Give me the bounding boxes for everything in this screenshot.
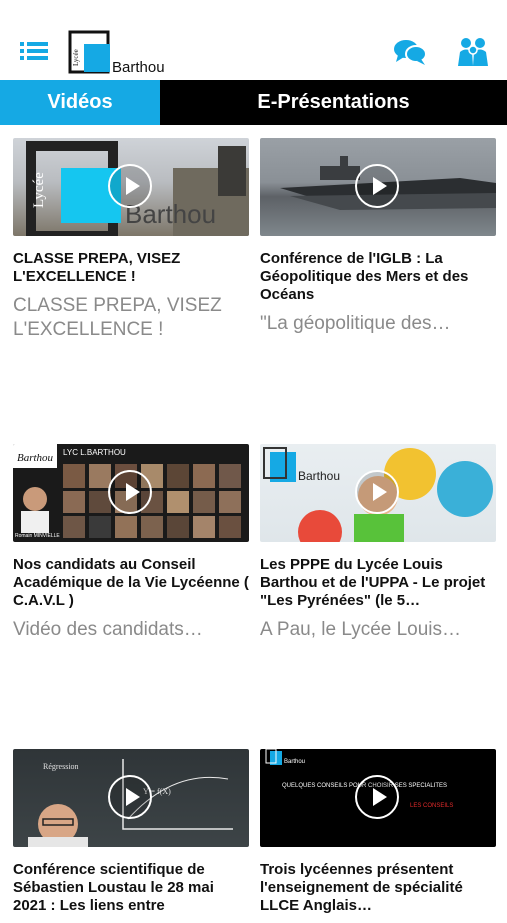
video-description: CLASSE PREPA, VISEZ L'EXCELLENCE !: [13, 295, 222, 340]
thumb-barthou-text: Barthou: [298, 469, 340, 483]
video-thumbnail[interactable]: Barthou QUELQUES CONSEILS POUR CHOISIR S…: [260, 749, 496, 847]
video-thumbnail[interactable]: Lycée Barthou: [13, 138, 249, 236]
tab-videos[interactable]: Vidéos: [0, 80, 160, 125]
play-icon[interactable]: [108, 470, 152, 514]
people-group-icon[interactable]: [456, 36, 490, 68]
video-thumbnail[interactable]: Barthou LYC L.BARTHOU Romain MINVIELLE: [13, 444, 249, 542]
thumb-barthou-text: Barthou: [284, 759, 305, 765]
video-thumbnail[interactable]: Régression Y = f(X): [13, 749, 249, 847]
play-icon[interactable]: [108, 164, 152, 208]
svg-text:Régression: Régression: [43, 762, 79, 771]
video-description: "La géopolitique des…: [260, 313, 451, 334]
thumb-lycee-text: Lycée: [31, 172, 47, 208]
logo-vertical-text: Lycée: [72, 49, 80, 66]
video-card[interactable]: Conférence de l'IGLB : La Géopolitique d…: [260, 138, 496, 336]
video-title[interactable]: Conférence de l'IGLB : La Géopolitique d…: [260, 250, 496, 304]
thumb-lyc-text: LYC L.BARTHOU: [63, 448, 126, 457]
video-thumbnail[interactable]: [260, 138, 496, 236]
thumb-conseils-red: LES CONSEILS: [410, 803, 453, 809]
svg-text:Barthou: Barthou: [17, 452, 54, 464]
video-card[interactable]: Régression Y = f(X) Conférence scientifi…: [13, 749, 249, 923]
play-icon[interactable]: [355, 164, 399, 208]
video-title[interactable]: Nos candidats au Conseil Académique de l…: [13, 556, 249, 610]
video-title[interactable]: Conférence scientifique de Sébastien Lou…: [13, 861, 249, 915]
play-icon[interactable]: [355, 775, 399, 819]
video-card[interactable]: Barthou Les PPPE du Lycée Louis Barthou …: [260, 444, 496, 642]
tab-e-presentations[interactable]: E-Présentations: [160, 80, 507, 125]
play-icon[interactable]: [355, 470, 399, 514]
app-header: Lycée Barthou: [0, 0, 507, 80]
play-icon[interactable]: [108, 775, 152, 819]
video-thumbnail[interactable]: Barthou: [260, 444, 496, 542]
video-description: Vidéo des candidats…: [13, 619, 203, 640]
hamburger-menu-icon[interactable]: [20, 40, 48, 62]
thumb-romain-text: Romain MINVIELLE: [15, 533, 60, 539]
video-title[interactable]: CLASSE PREPA, VISEZ L'EXCELLENCE !: [13, 250, 249, 286]
logo-text: Barthou: [112, 59, 165, 76]
video-title[interactable]: Trois lycéennes présentent l'enseignemen…: [260, 861, 496, 915]
video-card[interactable]: Lycée Barthou CLASSE PREPA, VISEZ L'EXCE…: [13, 138, 249, 342]
lycee-barthou-logo: Lycée Barthou: [68, 30, 168, 76]
video-title[interactable]: Les PPPE du Lycée Louis Barthou et de l'…: [260, 556, 496, 610]
video-card[interactable]: Barthou QUELQUES CONSEILS POUR CHOISIR S…: [260, 749, 496, 923]
video-description: A Pau, le Lycée Louis…: [260, 619, 462, 640]
tab-bar: Vidéos E-Présentations: [0, 80, 507, 125]
chat-bubbles-icon[interactable]: [393, 38, 427, 66]
video-card[interactable]: Barthou LYC L.BARTHOU Romain MINVIELLE N…: [13, 444, 249, 642]
